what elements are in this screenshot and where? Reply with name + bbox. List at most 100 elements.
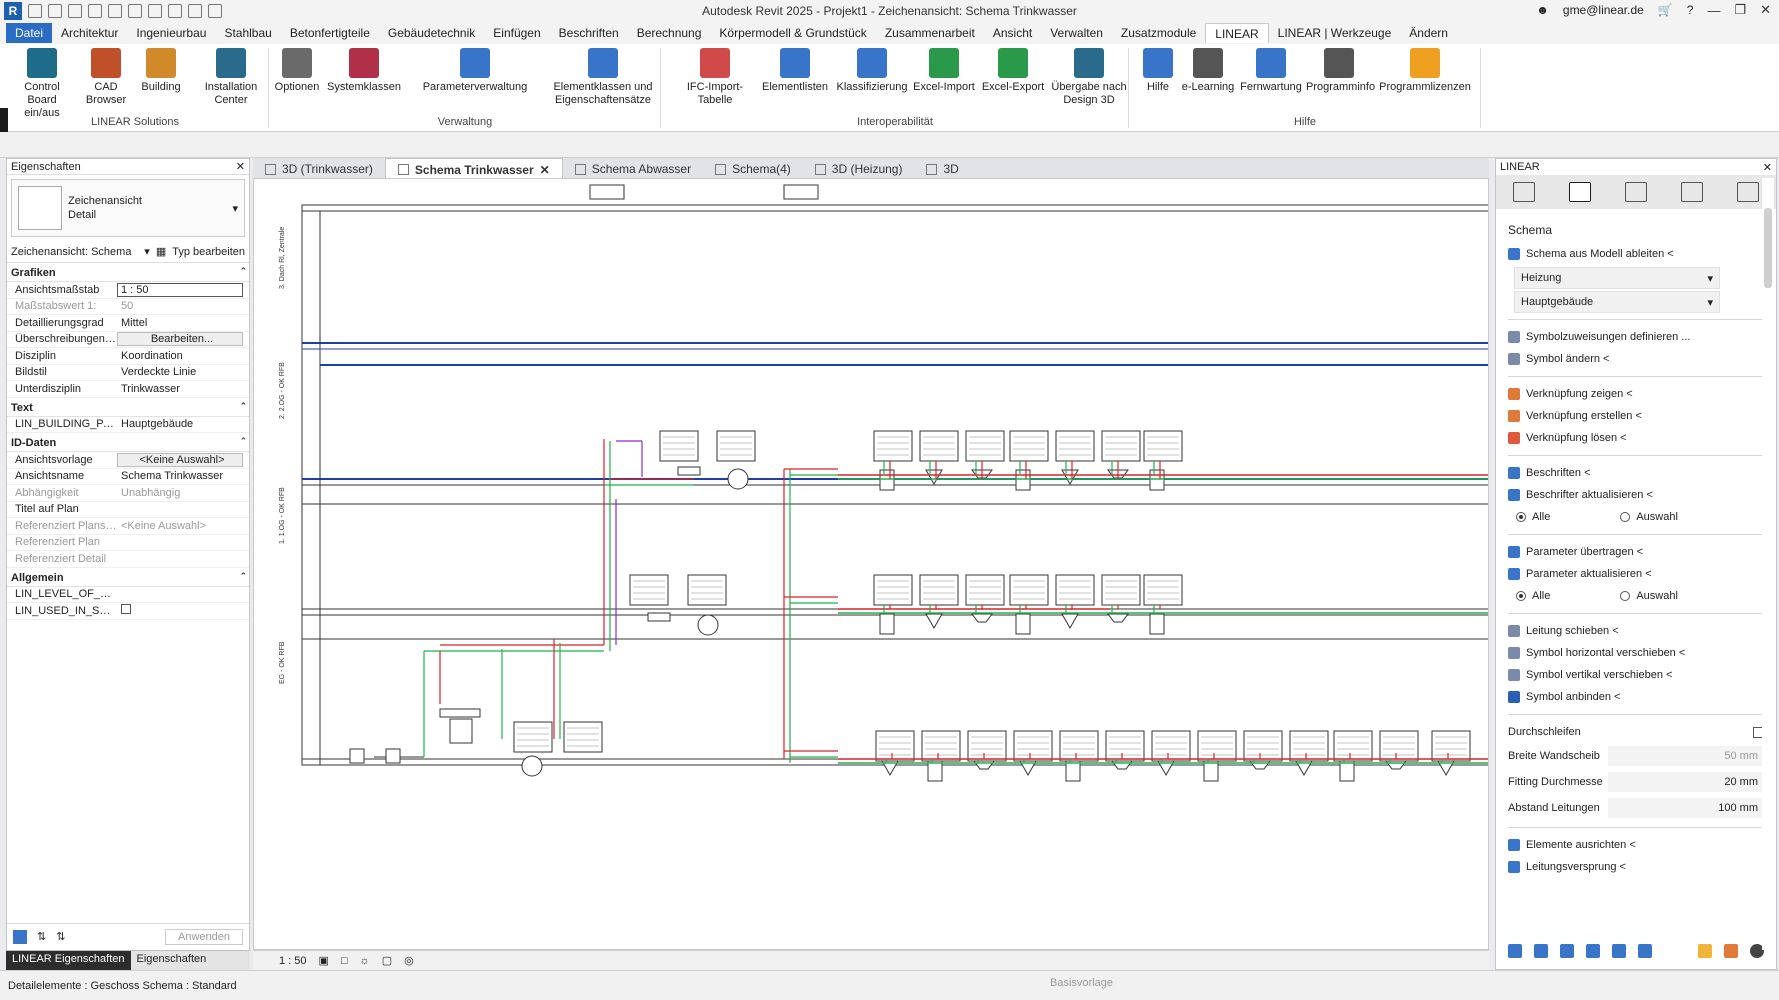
minimize-icon[interactable]: — xyxy=(1707,3,1720,18)
tab-linear-eigenschaften[interactable]: LINEAR Eigenschaften xyxy=(6,951,131,970)
radio-selection[interactable]: Auswahl xyxy=(1620,590,1678,602)
used-in-sheets-checkbox[interactable] xyxy=(117,604,249,617)
ribbon-button-parameterverwaltung[interactable]: Parameterverwaltung xyxy=(420,48,530,94)
ribbon-tab-zusammenarbeit[interactable]: Zusammenarbeit xyxy=(876,23,984,43)
ribbon-button-excel-export[interactable]: Excel-Export xyxy=(980,48,1046,94)
create-link-button[interactable]: Verknüpfung erstellen < xyxy=(1496,405,1776,427)
ribbon-tab-betonfertigteile[interactable]: Betonfertigteile xyxy=(281,23,379,43)
calculator-icon[interactable] xyxy=(1681,182,1703,202)
new-icon[interactable] xyxy=(28,4,42,18)
hide-icon[interactable]: ◎ xyxy=(404,954,414,967)
drawing-canvas[interactable]: 3. Dach Rl, Zentrale 2. 2.OG - OK RFB 1. 1… xyxy=(253,178,1489,950)
sun-path-icon[interactable]: ☼ xyxy=(360,955,370,967)
ribbon-tab-ändern[interactable]: Ändern xyxy=(1400,23,1457,43)
discipline-field[interactable]: Koordination xyxy=(117,350,249,362)
ribbon-button-excel-import[interactable]: Excel-Import xyxy=(910,48,978,94)
view-name-field[interactable]: Schema Trinkwasser xyxy=(117,470,249,482)
define-symbol-assignments-button[interactable]: Symbolzuweisungen definieren ... xyxy=(1496,326,1776,348)
ribbon-tab-architektur[interactable]: Architektur xyxy=(52,23,127,43)
user-icon[interactable]: ☻ xyxy=(1536,3,1549,17)
ribbon-tab-einfügen[interactable]: Einfügen xyxy=(484,23,549,43)
pipe-jump-button[interactable]: Leitungsversprung < xyxy=(1496,856,1776,878)
tab-eigenschaften[interactable]: Eigenschaften xyxy=(131,951,213,970)
tool-icon[interactable] xyxy=(1586,944,1600,958)
building-dropdown[interactable]: Hauptgebäude ▾ xyxy=(1514,291,1720,313)
menu-icon[interactable] xyxy=(1513,182,1535,202)
tool-icon[interactable] xyxy=(1534,944,1548,958)
ribbon-button-control-board-ein-aus[interactable]: Control Board ein/aus xyxy=(12,48,72,120)
ribbon-button-fernwartung[interactable]: Fernwartung xyxy=(1240,48,1302,94)
view-tab[interactable]: Schema(4) xyxy=(703,158,803,178)
radio-all[interactable]: Alle xyxy=(1516,590,1550,602)
view-tab[interactable]: 3D xyxy=(914,158,970,178)
ribbon-button-ifc-import-tabelle[interactable]: IFC-Import-Tabelle xyxy=(670,48,760,107)
ribbon-tab-körpermodell-grundstück[interactable]: Körpermodell & Grundstück xyxy=(710,23,875,43)
sort-asc-icon[interactable]: ⇅ xyxy=(37,930,46,944)
move-pipe-button[interactable]: Leitung schieben < xyxy=(1496,620,1776,642)
visual-style-field[interactable]: Verdeckte Linie xyxy=(117,366,249,378)
ribbon-button-programminfo[interactable]: Programminfo xyxy=(1306,48,1375,94)
update-labels-button[interactable]: Beschrifter aktualisieren < xyxy=(1496,484,1776,506)
detail-level-icon[interactable]: ▣ xyxy=(319,954,329,967)
sort-desc-icon[interactable]: ⇅ xyxy=(56,930,65,944)
category-text[interactable]: Text ˆ xyxy=(7,399,249,417)
ribbon-tab-zusatzmodule[interactable]: Zusatzmodule xyxy=(1112,23,1205,43)
workset-selector[interactable]: Basisvorlage xyxy=(1050,977,1113,989)
ribbon-tab-linear[interactable]: LINEAR xyxy=(1205,23,1269,43)
view-scale[interactable]: 1 : 50 xyxy=(279,955,307,967)
sync-icon[interactable] xyxy=(88,4,102,18)
label-button[interactable]: Beschriften < xyxy=(1496,462,1776,484)
ribbon-tab-ingenieurbau[interactable]: Ingenieurbau xyxy=(127,23,215,43)
update-params-button[interactable]: Parameter aktualisieren < xyxy=(1496,563,1776,585)
fitting-diameter-field[interactable]: 20 mm xyxy=(1608,772,1764,792)
ribbon-button-elementklassen-und-eigenschaftens-tze[interactable]: Elementklassen und Eigenschaftensätze xyxy=(548,48,658,107)
ribbon-tab-linear-werkzeuge[interactable]: LINEAR | Werkzeuge xyxy=(1269,23,1401,43)
ribbon-tab-berechnung[interactable]: Berechnung xyxy=(628,23,711,43)
tool-icon[interactable] xyxy=(1560,944,1574,958)
cart-icon[interactable]: 🛒 xyxy=(1658,3,1673,17)
category-grafiken[interactable]: Grafiken ˆ xyxy=(7,265,249,282)
chevron-down-icon[interactable]: ▾ xyxy=(232,202,238,215)
restore-icon[interactable]: ❐ xyxy=(1734,2,1746,18)
align-elements-button[interactable]: Elemente ausrichten < xyxy=(1496,834,1776,856)
edit-type-button[interactable]: Typ bearbeiten xyxy=(172,246,245,258)
chevron-down-icon[interactable]: ▾ xyxy=(144,245,150,258)
open-icon[interactable] xyxy=(48,4,62,18)
tool-icon[interactable] xyxy=(1612,944,1626,958)
ribbon-button--bergabe-nach-design-3d[interactable]: Übergabe nach Design 3D xyxy=(1048,48,1130,107)
ribbon-tab-verwalten[interactable]: Verwalten xyxy=(1041,23,1112,43)
close-icon[interactable]: ✕ xyxy=(236,160,245,173)
radio-selection[interactable]: Auswahl xyxy=(1620,511,1678,523)
building-part-field[interactable]: Hauptgebäude xyxy=(117,418,249,430)
attach-symbol-button[interactable]: Symbol anbinden < xyxy=(1496,686,1776,708)
ribbon-tab-ansicht[interactable]: Ansicht xyxy=(984,23,1041,43)
type-selector[interactable]: Zeichenansicht Detail ▾ xyxy=(11,179,245,237)
radio-all[interactable]: Alle xyxy=(1516,511,1550,523)
close-icon[interactable]: ✕ xyxy=(1763,161,1772,174)
warning-icon[interactable] xyxy=(1698,944,1712,958)
ribbon-button-programmlizenzen[interactable]: Programmlizenzen xyxy=(1378,48,1472,94)
edit-icon[interactable] xyxy=(1569,182,1591,202)
ribbon-tab-datei[interactable]: Datei xyxy=(6,23,53,43)
system-dropdown[interactable]: Heizung ▾ xyxy=(1514,267,1720,289)
category-id-daten[interactable]: ID-Daten ˆ xyxy=(7,435,249,452)
warning-icon[interactable] xyxy=(1724,944,1738,958)
edit-type-icon[interactable]: ▦ xyxy=(156,245,166,258)
tool-icon[interactable] xyxy=(1638,944,1652,958)
close-tab-icon[interactable]: ✕ xyxy=(540,163,550,177)
ribbon-tab-stahlbau[interactable]: Stahlbau xyxy=(215,23,280,43)
ribbon-button-e-learning[interactable]: e-Learning xyxy=(1178,48,1238,94)
columns-icon[interactable] xyxy=(1625,182,1647,202)
categorize-icon[interactable] xyxy=(13,929,27,944)
ribbon-button-systemklassen[interactable]: Systemklassen xyxy=(326,48,402,94)
overrides-edit-button[interactable]: Bearbeiten... xyxy=(117,332,243,347)
apply-button[interactable]: Anwenden xyxy=(165,928,243,945)
view-tab[interactable]: 3D (Trinkwasser) xyxy=(253,158,385,178)
ribbon-button-hilfe[interactable]: Hilfe xyxy=(1138,48,1178,94)
detail-level-field[interactable]: Mittel xyxy=(117,317,249,329)
tool-icon[interactable] xyxy=(1508,944,1522,958)
help-icon[interactable]: ? xyxy=(1687,3,1694,17)
undo-icon[interactable] xyxy=(108,4,122,18)
ribbon-button-building[interactable]: Building xyxy=(136,48,186,94)
transfer-params-button[interactable]: Parameter übertragen < xyxy=(1496,541,1776,563)
